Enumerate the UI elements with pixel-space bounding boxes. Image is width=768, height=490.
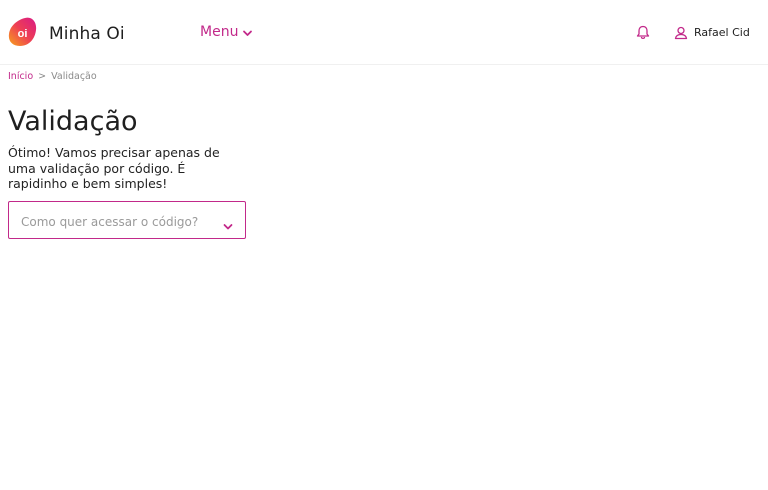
brand-name: Minha Oi [49,24,125,44]
user-name: Rafael Cid [694,25,750,39]
bell-icon[interactable] [636,25,650,40]
code-method-select[interactable]: Como quer acessar o código? [8,201,246,239]
breadcrumb-home-link[interactable]: Início [8,71,33,82]
select-placeholder: Como quer acessar o código? [21,215,199,229]
chevron-down-icon [242,27,253,38]
page-description: Ótimo! Vamos precisar apenas de uma vali… [8,145,220,191]
logo-text: oi [18,28,28,40]
top-header: oi Minha Oi Menu Rafael Cid [0,0,768,65]
page-title: Validação [8,106,138,137]
menu-button[interactable]: Menu [200,24,253,40]
menu-label: Menu [200,24,239,40]
oi-logo[interactable]: oi [8,17,37,47]
breadcrumb-current: Validação [51,71,97,82]
breadcrumb: Início > Validação [8,71,97,82]
user-icon [674,25,688,40]
breadcrumb-separator: > [38,71,47,82]
chevron-down-icon [223,216,233,230]
user-menu[interactable]: Rafael Cid [674,25,750,40]
